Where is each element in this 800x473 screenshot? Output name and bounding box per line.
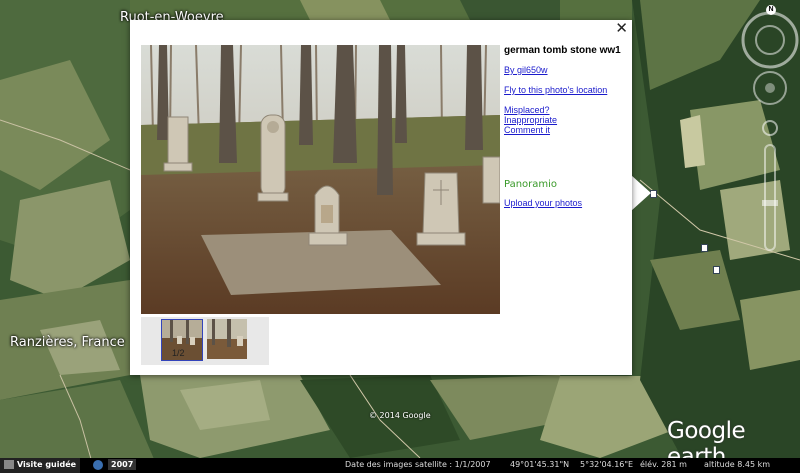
- tombstone-photo[interactable]: [141, 45, 500, 314]
- close-icon[interactable]: ✕: [615, 21, 628, 37]
- status-bar: Visite guidée 2007 Date des images satel…: [0, 458, 800, 473]
- tour-label: Visite guidée: [17, 460, 77, 469]
- thumbnail-image: [207, 319, 247, 359]
- elevation: élév. 281 m: [640, 460, 687, 469]
- inappropriate-link[interactable]: Inappropriate: [504, 115, 630, 125]
- photo-pin[interactable]: [650, 190, 657, 198]
- thumbnail-counter: 1/2: [172, 348, 185, 358]
- history-clock-icon[interactable]: [93, 460, 103, 470]
- fly-to-location-link[interactable]: Fly to this photo's location: [504, 85, 630, 95]
- popup-pointer: [631, 175, 651, 211]
- author-link[interactable]: By gil650w: [504, 65, 630, 75]
- navigation-controls: N: [740, 0, 800, 260]
- town-label-ranzieres: Ranzières, France: [10, 335, 125, 350]
- eye-altitude: altitude 8.45 km: [704, 460, 771, 469]
- panoramio-photo-popup: ✕ german tomb stone ww1 By gil650w Fly t…: [130, 20, 632, 375]
- photo-pin[interactable]: [701, 244, 708, 252]
- tour-icon: [4, 460, 14, 469]
- upload-photos-link[interactable]: Upload your photos: [504, 198, 630, 208]
- comment-link[interactable]: Comment it: [504, 125, 630, 135]
- photo-image: [141, 45, 500, 314]
- longitude: 5°32'04.16"E: [580, 460, 634, 469]
- guided-tour-button[interactable]: Visite guidée: [0, 458, 80, 473]
- photo-title: german tomb stone ww1: [504, 45, 621, 56]
- imagery-date: Date des images satellite : 1/1/2007: [345, 460, 491, 469]
- zoom-slider[interactable]: [765, 145, 775, 250]
- latitude: 49°01'45.31"N: [510, 460, 570, 469]
- panoramio-logo[interactable]: Panoramio: [504, 179, 630, 190]
- look-joystick-icon[interactable]: [754, 72, 786, 104]
- misplaced-link[interactable]: Misplaced?: [504, 105, 630, 115]
- compass-north-icon[interactable]: N: [766, 5, 776, 15]
- map-copyright: © 2014 Google: [369, 411, 431, 420]
- photo-pin[interactable]: [713, 266, 720, 274]
- photo-info-panel: german tomb stone ww1 By gil650w Fly to …: [504, 45, 630, 208]
- year-badge[interactable]: 2007: [108, 459, 137, 470]
- thumbnail-strip: 1/2: [141, 317, 269, 365]
- thumbnail-2[interactable]: [207, 319, 247, 359]
- street-view-pegman-icon[interactable]: [763, 121, 777, 135]
